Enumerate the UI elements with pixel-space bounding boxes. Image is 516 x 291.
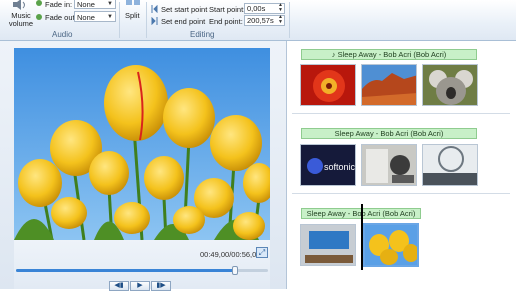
editing-group-label: Editing bbox=[190, 30, 215, 39]
row-divider bbox=[292, 193, 510, 194]
fullscreen-icon: ⤢ bbox=[258, 248, 266, 257]
set-start-point-label: Set start point bbox=[161, 5, 208, 14]
tulips-image bbox=[14, 48, 270, 240]
music-volume-label: Music volume bbox=[8, 11, 34, 28]
ribbon: Music volume Fade in: None ▼ Fade out: N… bbox=[0, 0, 516, 41]
end-point-icon bbox=[151, 17, 158, 25]
audio-track[interactable]: Sleep Away - Bob Acri (Bob Acri) bbox=[301, 128, 477, 139]
group-divider bbox=[146, 2, 147, 38]
group-divider bbox=[289, 2, 290, 38]
chrysanthemum-image bbox=[301, 65, 355, 105]
next-frame-icon: ▮▶ bbox=[156, 282, 166, 289]
timecode: 00:49,00/00:56,00 bbox=[200, 250, 261, 259]
svg-text:softonic: softonic bbox=[324, 162, 356, 172]
start-point-value: 0,00s bbox=[247, 4, 266, 13]
play-button[interactable]: ▶ bbox=[130, 281, 150, 291]
previous-frame-icon: ◀▮ bbox=[114, 282, 124, 289]
set-start-point-button[interactable]: Set start point bbox=[151, 5, 207, 15]
speaker-icon bbox=[13, 0, 25, 10]
clip-thumbnail[interactable]: softonic bbox=[300, 144, 356, 186]
clip-thumbnail-selected[interactable] bbox=[363, 223, 419, 267]
audio-track-label: Sleep Away - Bob Acri (Bob Acri) bbox=[334, 129, 444, 138]
clip-thumbnail[interactable] bbox=[300, 224, 356, 266]
play-icon: ▶ bbox=[137, 282, 143, 289]
hallway-image bbox=[423, 145, 477, 185]
koala-image bbox=[423, 65, 477, 105]
group-divider bbox=[119, 2, 120, 38]
split-icon bbox=[126, 0, 140, 5]
set-end-point-button[interactable]: Set end point bbox=[151, 17, 207, 27]
chevron-down-icon: ▼ bbox=[107, 1, 113, 7]
audio-track[interactable]: ♪ Sleep Away - Bob Acri (Bob Acri) bbox=[301, 49, 477, 60]
fade-out-value: None bbox=[77, 13, 95, 22]
clip-thumbnail[interactable] bbox=[422, 64, 478, 106]
set-end-point-label: Set end point bbox=[161, 17, 206, 26]
seek-progress bbox=[16, 269, 236, 272]
fade-in-label: Fade in: bbox=[45, 0, 73, 9]
seek-bar[interactable] bbox=[16, 266, 268, 275]
office-image bbox=[362, 145, 416, 185]
end-point-label: End point: bbox=[209, 17, 243, 26]
end-point-value: 200,57s bbox=[247, 16, 274, 25]
end-point-input[interactable]: 200,57s ▲ ▼ bbox=[244, 15, 285, 26]
spin-arrows-icon[interactable]: ▲ ▼ bbox=[278, 15, 283, 25]
meeting-room-image bbox=[301, 225, 355, 265]
split-button[interactable]: Split bbox=[123, 0, 143, 20]
fade-in-dropdown[interactable]: None ▼ bbox=[74, 0, 116, 9]
main-area: 00:49,00/00:56,00 ⤢ ◀▮ ▶ ▮▶ ♪ Sleep Away… bbox=[0, 41, 516, 291]
seek-thumb[interactable] bbox=[232, 266, 239, 275]
row-divider bbox=[292, 113, 510, 114]
tulips-image bbox=[365, 225, 417, 265]
fade-in-value: None bbox=[77, 0, 95, 9]
playhead[interactable] bbox=[361, 204, 363, 270]
clip-thumbnail[interactable] bbox=[361, 144, 417, 186]
fade-out-icon bbox=[36, 14, 42, 20]
preview-pane: 00:49,00/00:56,00 ⤢ ◀▮ ▶ ▮▶ bbox=[0, 41, 287, 291]
fade-out-label: Fade out: bbox=[45, 13, 77, 22]
start-point-input[interactable]: 0,00s ▲ ▼ bbox=[244, 3, 285, 14]
clip-thumbnail[interactable] bbox=[422, 144, 478, 186]
start-point-label: Start point: bbox=[209, 5, 246, 14]
fade-in-icon bbox=[36, 0, 42, 6]
audio-group-label: Audio bbox=[52, 30, 73, 39]
next-frame-button[interactable]: ▮▶ bbox=[151, 281, 171, 291]
chevron-down-icon: ▼ bbox=[107, 14, 113, 20]
previous-frame-button[interactable]: ◀▮ bbox=[109, 281, 129, 291]
audio-track-label: ♪ Sleep Away - Bob Acri (Bob Acri) bbox=[331, 50, 447, 59]
clip-thumbnail[interactable] bbox=[300, 64, 356, 106]
desert-image bbox=[362, 65, 416, 105]
softonic-image: softonic bbox=[301, 145, 356, 185]
fullscreen-button[interactable]: ⤢ bbox=[256, 247, 268, 258]
start-point-icon bbox=[151, 5, 158, 13]
spin-arrows-icon[interactable]: ▲ ▼ bbox=[278, 3, 283, 13]
clip-thumbnail[interactable] bbox=[361, 64, 417, 106]
music-volume-button[interactable]: Music volume bbox=[8, 0, 34, 29]
split-label: Split bbox=[125, 11, 140, 20]
storyboard: ♪ Sleep Away - Bob Acri (Bob Acri) Sleep… bbox=[287, 41, 516, 289]
fade-out-dropdown[interactable]: None ▼ bbox=[74, 11, 116, 22]
